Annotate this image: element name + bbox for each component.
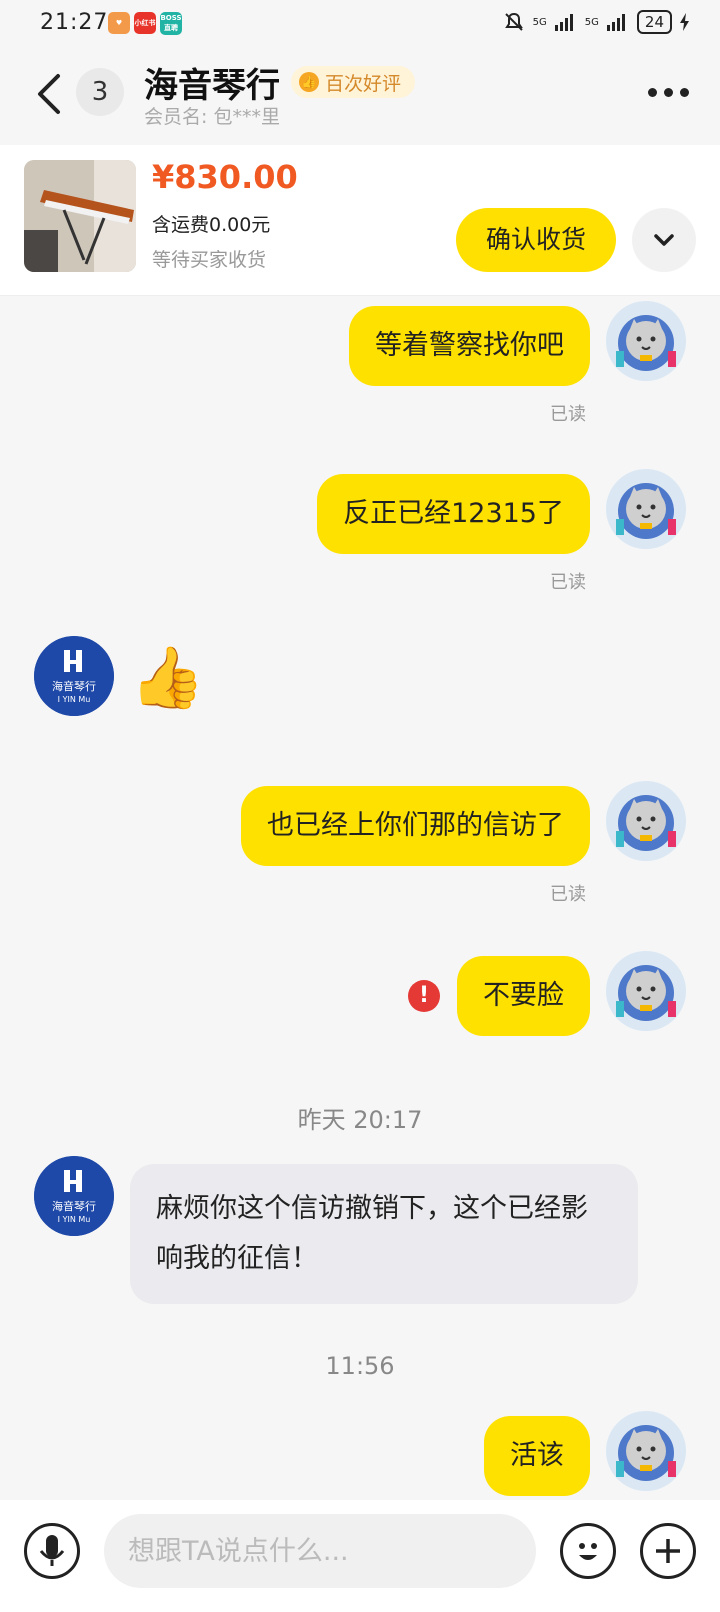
message-bubble-outgoing[interactable]: 等着警察找你吧 [349,306,590,386]
product-image[interactable] [24,160,136,272]
status-indicators: 5G 5G 24 [503,10,690,34]
status-time: 21:27 [40,10,109,35]
svg-text:I YIN Mu: I YIN Mu [58,695,91,704]
time-separator: 昨天 20:17 [297,1106,423,1134]
my-avatar[interactable] [606,951,686,1031]
signal-bars-icon [554,14,573,31]
thumb-badge-icon: 👍 [299,72,319,92]
read-status: 已读 [550,404,586,425]
confirm-receipt-button[interactable]: 确认收货 [456,208,616,272]
smiley-icon [579,1543,597,1560]
emoji-button[interactable] [560,1523,616,1579]
svg-text:海音琴行: 海音琴行 [52,1199,96,1213]
time-separator: 11:56 [325,1352,395,1380]
xiaohongshu-app-icon: 小红书 [134,12,156,34]
message-bubble-outgoing[interactable]: 不要脸 [457,956,590,1036]
my-avatar[interactable] [606,1411,686,1491]
product-price: ¥830.00 [152,158,298,196]
svg-text:海音琴行: 海音琴行 [52,679,96,693]
unread-count-badge[interactable]: 3 [76,68,124,116]
thumbs-up-emoji[interactable]: 👍 [130,640,205,716]
expand-order-button[interactable] [632,208,696,272]
shop-name[interactable]: 海音琴行 [144,58,280,107]
my-avatar[interactable] [606,469,686,549]
more-options-icon[interactable] [648,88,690,98]
taobao-app-icon: ♥ [108,12,130,34]
signal-5g-label-2: 5G [584,16,599,28]
back-arrow-icon[interactable] [30,70,70,118]
shop-avatar[interactable]: 海音琴行 I YIN Mu [34,636,114,716]
signal-bars-icon-2 [606,14,625,31]
review-badge-label: 百次好评 [325,72,402,95]
read-status: 已读 [550,572,586,593]
charging-icon [680,13,689,31]
plus-icon [656,1539,680,1563]
mute-bell-icon [504,12,523,31]
send-failed-icon[interactable]: ! [408,980,440,1012]
microphone-icon [39,1535,65,1566]
message-bubble-outgoing[interactable]: 反正已经12315了 [317,474,590,554]
my-avatar[interactable] [606,301,686,381]
message-bubble-outgoing[interactable]: 也已经上你们那的信访了 [241,786,590,866]
shipping-fee: 含运费0.00元 [152,214,271,236]
shop-avatar[interactable]: 海音琴行 I YIN Mu [34,1156,114,1236]
my-avatar[interactable] [606,781,686,861]
voice-input-button[interactable] [24,1523,80,1579]
order-status: 等待买家收货 [152,249,267,271]
message-input[interactable] [104,1514,536,1588]
message-bubble-incoming[interactable]: 麻烦你这个信访撤销下，这个已经影响我的征信！ [130,1164,638,1304]
review-badge: 👍 百次好评 [291,66,416,98]
message-bubble-outgoing[interactable]: 活该 [484,1416,590,1496]
battery-level: 24 [636,10,672,34]
boss-app-icon: BOSS直聘 [160,12,182,35]
more-actions-button[interactable] [640,1523,696,1579]
signal-5g-label: 5G [532,16,547,28]
svg-text:I YIN Mu: I YIN Mu [58,1215,91,1224]
member-name: 会员名: 包***里 [144,106,280,128]
chevron-down-icon [654,234,674,246]
read-status: 已读 [550,884,586,905]
